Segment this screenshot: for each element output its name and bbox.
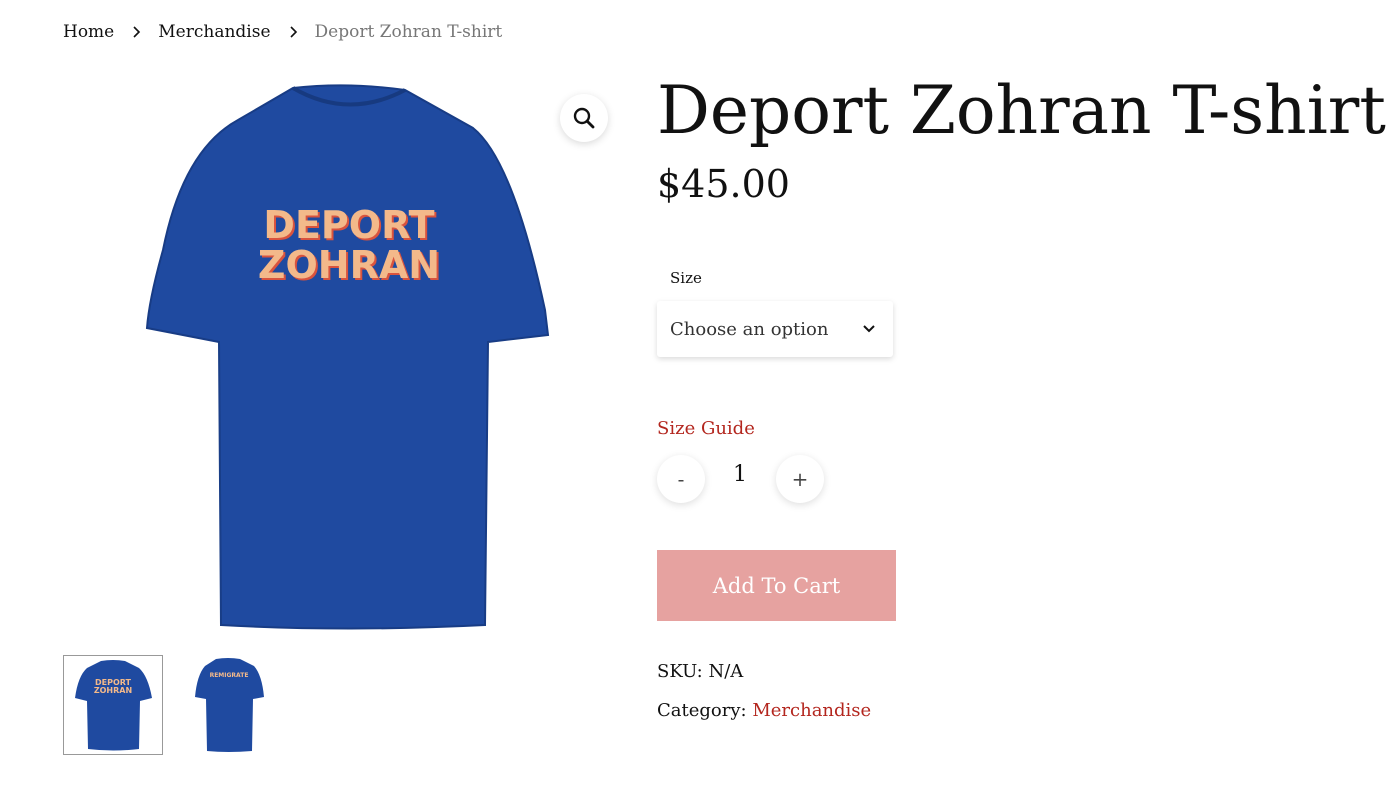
magnifier-icon [573, 107, 595, 129]
product-main-image[interactable]: DEPORT DEPORT ZOHRAN ZOHRAN [143, 80, 553, 635]
breadcrumb-home[interactable]: Home [63, 22, 114, 42]
sku-row: SKU: N/A [657, 661, 743, 682]
chevron-right-icon [128, 24, 144, 40]
thumb-back-line1: REMIGRATE [210, 672, 249, 679]
product-summary: Deport Zohran T-shirt $45.00 [657, 70, 1386, 208]
thumbnail-front[interactable]: DEPORT ZOHRAN [63, 655, 163, 755]
size-select[interactable]: Choose an option [657, 301, 893, 357]
product-gallery: DEPORT DEPORT ZOHRAN ZOHRAN [63, 80, 623, 640]
size-guide-link[interactable]: Size Guide [657, 418, 755, 439]
quantity-increase-button[interactable]: + [776, 455, 824, 503]
breadcrumb-current: Deport Zohran T-shirt [314, 22, 503, 42]
breadcrumb: Home Merchandise Deport Zohran T-shirt [63, 22, 502, 42]
zoom-button[interactable] [560, 94, 608, 142]
add-to-cart-button[interactable]: Add To Cart [657, 550, 896, 621]
chevron-right-icon [285, 24, 301, 40]
quantity-decrease-button[interactable]: - [657, 455, 705, 503]
tshirt-body [145, 84, 550, 630]
category-label: Category: [657, 700, 747, 721]
thumbnail-back[interactable]: REMIGRATE [178, 655, 278, 755]
product-price: $45.00 [657, 162, 790, 206]
category-row: Category: Merchandise [657, 700, 871, 721]
quantity-input[interactable]: 1 [720, 462, 760, 487]
product-title: Deport Zohran T-shirt [657, 72, 1386, 149]
category-link[interactable]: Merchandise [752, 700, 871, 721]
breadcrumb-category[interactable]: Merchandise [158, 22, 270, 42]
chevron-down-icon [863, 325, 875, 333]
sku-value: N/A [708, 661, 744, 682]
sku-label: SKU: [657, 661, 703, 682]
size-select-value: Choose an option [670, 318, 829, 340]
print-line-2: ZOHRAN [258, 243, 440, 287]
size-label: Size [670, 269, 702, 287]
thumb-front-line2: ZOHRAN [94, 686, 132, 695]
print-line-1: DEPORT [263, 203, 434, 247]
